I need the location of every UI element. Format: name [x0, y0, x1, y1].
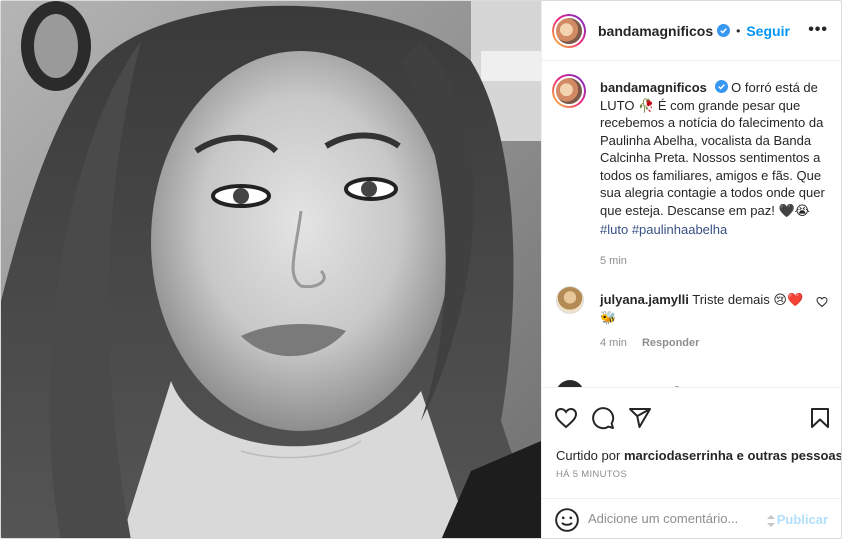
comment-item: pablealves 😢	[556, 380, 684, 387]
post-timestamp: HÁ 5 MINUTOS	[556, 469, 627, 480]
more-options-icon[interactable]: •••	[808, 21, 828, 39]
reply-button[interactable]: Responder	[642, 337, 699, 349]
likes-summary: Curtido por marciodaserrinha e outras pe…	[556, 448, 841, 463]
post-photo[interactable]	[1, 1, 541, 538]
comment-input[interactable]	[588, 511, 768, 526]
comment-time: 4 min	[600, 337, 627, 349]
share-icon[interactable]	[628, 406, 652, 430]
separator-dot: •	[736, 23, 741, 38]
author-username[interactable]: bandamagnificos	[598, 23, 713, 39]
caption-username[interactable]: bandamagnificos	[600, 80, 707, 95]
post-modal: bandamagnificos • Seguir ••• bandamagnif…	[0, 0, 842, 539]
caption-time: 5 min	[600, 255, 627, 267]
hashtags: #luto #paulinhaabelha	[600, 222, 727, 237]
commenter-avatar[interactable]	[556, 380, 584, 387]
comments-area[interactable]: bandamagnificos O forró está de LUTO 🥀 É…	[542, 62, 841, 387]
caption-body: O forró está de LUTO 🥀 É com grande pesa…	[600, 80, 825, 218]
caption-avatar[interactable]	[552, 74, 586, 108]
commenter-username[interactable]: julyana.jamylli	[600, 292, 689, 307]
hashtag-paulinhaabelha[interactable]: #paulinhaabelha	[632, 222, 727, 237]
verified-badge-icon	[717, 24, 731, 37]
comment-icon[interactable]	[591, 406, 615, 430]
post-sidebar: bandamagnificos • Seguir ••• bandamagnif…	[541, 1, 841, 538]
bookmark-icon[interactable]	[808, 406, 832, 430]
heart-icon[interactable]	[554, 406, 578, 430]
caption-text: bandamagnificos O forró está de LUTO 🥀 É…	[600, 79, 832, 219]
comment-like-icon[interactable]	[816, 296, 828, 308]
post-header: bandamagnificos • Seguir •••	[542, 1, 841, 61]
hashtag-luto[interactable]: #luto	[600, 222, 628, 237]
caption: bandamagnificos O forró está de LUTO 🥀 É…	[552, 74, 832, 218]
commenter-avatar[interactable]	[556, 286, 584, 314]
post-actions: Curtido por marciodaserrinha e outras pe…	[542, 387, 841, 538]
author-avatar[interactable]	[552, 13, 586, 48]
resize-arrows-icon	[767, 515, 775, 527]
follow-button[interactable]: Seguir	[746, 23, 790, 39]
verified-badge-icon	[714, 80, 728, 93]
comment-item: julyana.jamylli Triste demais 😢❤️🐝 4 min…	[556, 286, 836, 349]
action-bar	[554, 406, 834, 434]
liked-by-user[interactable]: marciodaserrinha	[624, 448, 733, 463]
comment-meta: 4 min Responder	[600, 337, 711, 349]
liked-by-suffix[interactable]: e outras pessoas	[737, 448, 841, 463]
add-comment-bar: Publicar	[542, 498, 841, 538]
liked-by-prefix: Curtido por	[556, 448, 621, 463]
publish-button[interactable]: Publicar	[777, 512, 828, 527]
portrait-image	[1, 1, 541, 538]
comment-text: julyana.jamylli Triste demais 😢❤️🐝	[600, 291, 810, 327]
emoji-icon[interactable]	[554, 507, 580, 533]
